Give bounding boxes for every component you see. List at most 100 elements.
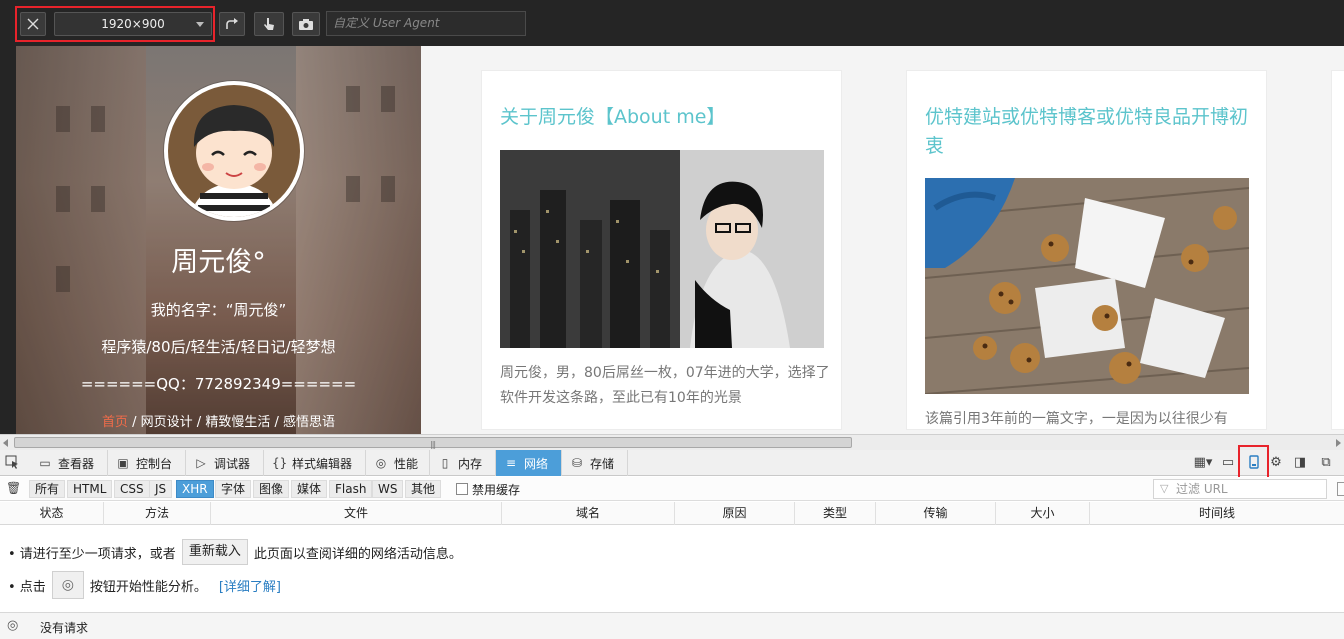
notice-text: • 点击 [8, 579, 46, 595]
rotate-icon [226, 18, 238, 29]
filter-css[interactable]: CSS [114, 480, 150, 498]
url-filter-placeholder: 过滤 URL [1176, 482, 1228, 496]
request-table-header: 状态 方法 文件 域名 原因 类型 传输 大小 时间线 [0, 502, 1344, 525]
nav-link-slow-life[interactable]: 精致慢生活 [205, 415, 270, 430]
panel-toggle-icon[interactable] [1337, 482, 1344, 496]
url-filter-input[interactable]: ▽ 过滤 URL [1153, 479, 1327, 499]
filter-images[interactable]: 图像 [253, 480, 290, 498]
gear-icon[interactable]: ⚙ [1268, 455, 1284, 471]
profile-line: 我的名字：“周元俊” [150, 301, 287, 319]
tab-memory[interactable]: ▯ 内存 [430, 450, 496, 476]
tab-debugger[interactable]: ▷ 调试器 [186, 450, 264, 476]
tab-inspector[interactable]: ▭ 查看器 [30, 450, 108, 476]
article-excerpt: 周元俊，男，80后屌丝一枚，07年进的大学，选择了软件开发这条路，至此已有10年… [500, 365, 830, 406]
reload-button[interactable]: 重新载入 [181, 539, 248, 565]
inspector-icon: ▭ [39, 456, 51, 470]
column-status[interactable]: 状态 [0, 502, 104, 525]
nav-link-home[interactable]: 首页 [102, 415, 128, 430]
size-control-highlight [15, 6, 215, 42]
filter-all[interactable]: 所有 [29, 480, 66, 498]
profile-hero: 周元俊° 我的名字：“周元俊” 程序猿/80后/轻生活/轻日记/轻梦想 ====… [16, 46, 421, 434]
filter-ws[interactable]: WS [372, 480, 404, 498]
touch-simulation-button[interactable] [254, 12, 284, 36]
column-method[interactable]: 方法 [104, 502, 211, 525]
profile-line: ======QQ：772892349====== [80, 375, 357, 393]
dock-side-icon[interactable]: ◨ [1292, 455, 1308, 471]
column-size[interactable]: 大小 [996, 502, 1090, 525]
article-image[interactable] [500, 150, 824, 348]
column-file[interactable]: 文件 [211, 502, 502, 525]
tab-label: 控制台 [136, 456, 173, 471]
screenshot-button[interactable] [292, 12, 320, 36]
notice-text: 按钮开始性能分析。 [89, 579, 207, 595]
column-cause[interactable]: 原因 [675, 502, 795, 525]
nav-separator: / [192, 415, 206, 430]
tab-performance[interactable]: ◎ 性能 [366, 450, 430, 476]
network-filter-bar: 🗑 所有 HTML CSS JS XHR 字体 图像 媒体 Flash WS 其… [0, 477, 1344, 501]
tab-label: 存储 [590, 456, 615, 471]
profile-name: 周元俊° [171, 247, 266, 278]
tab-label: 调试器 [214, 456, 251, 471]
filter-other[interactable]: 其他 [405, 480, 442, 498]
article-illustration-cookies [925, 178, 1249, 394]
avatar[interactable] [164, 81, 304, 221]
frame-select-icon[interactable]: ▦▾ [1192, 455, 1214, 471]
column-transferred[interactable]: 传输 [876, 502, 996, 525]
tab-network[interactable]: ≡ 网络 [496, 450, 562, 476]
tab-console[interactable]: ▣ 控制台 [108, 450, 186, 476]
tab-storage[interactable]: ⛁ 存储 [562, 450, 628, 476]
article-image[interactable] [925, 178, 1249, 394]
horizontal-scrollbar[interactable]: ||| [0, 434, 1344, 450]
article-card-partial [1331, 70, 1344, 430]
disable-cache-label: 禁用缓存 [472, 483, 521, 497]
filter-html[interactable]: HTML [67, 480, 113, 498]
pick-element-icon[interactable] [4, 455, 20, 471]
filter-media[interactable]: 媒体 [291, 480, 328, 498]
article-card: 关于周元俊【About me】 周元俊，男，80后屌丝一枚，07年进的大学，选择… [481, 70, 842, 430]
column-type[interactable]: 类型 [795, 502, 876, 525]
request-summary: 没有请求 [40, 621, 89, 635]
camera-icon [299, 18, 313, 30]
tab-label: 样式编辑器 [292, 456, 353, 471]
nav-link-web-design[interactable]: 网页设计 [141, 415, 193, 430]
performance-icon: ◎ [375, 456, 387, 470]
start-performance-button[interactable]: ◎ [51, 571, 84, 599]
disable-cache-checkbox[interactable] [456, 483, 468, 495]
trash-icon[interactable]: 🗑 [6, 481, 21, 496]
debugger-icon: ▷ [196, 456, 206, 470]
stopwatch-icon: ◎ [61, 577, 74, 593]
notice-reload-line: • 请进行至少一项请求，或者 重新载入 此页面以查阅详细的网络活动信息。 [8, 539, 462, 565]
filter-xhr[interactable]: XHR [176, 480, 214, 498]
tab-style-editor[interactable]: {} 样式编辑器 [264, 450, 366, 476]
nav-link-thoughts[interactable]: 感悟思语 [283, 415, 335, 430]
article-title[interactable]: 关于周元俊【About me】 [500, 103, 830, 132]
filter-js[interactable]: JS [149, 480, 173, 498]
scroll-left-arrow-icon[interactable] [3, 439, 8, 447]
devtools-tab-bar: ▭ 查看器 ▣ 控制台 ▷ 调试器 {} 样式编辑器 ◎ 性能 ▯ 内存 ≡ 网络 ⛁ 存储 ▦… [0, 450, 1344, 476]
separate-window-icon[interactable]: ⧉ [1318, 455, 1334, 471]
responsive-design-toolbar: 1920×900 自定义 User Agent [0, 0, 1344, 46]
split-console-icon[interactable]: ▭ [1220, 455, 1236, 471]
storage-icon: ⛁ [571, 456, 583, 470]
scrollbar-thumb[interactable]: ||| [14, 437, 852, 449]
notice-perf-line: • 点击 ◎ 按钮开始性能分析。 [详细了解] [8, 571, 281, 599]
nav-separator: / [128, 415, 141, 430]
stopwatch-icon[interactable]: ◎ [7, 618, 18, 633]
article-excerpt: 该篇引用3年前的一篇文字，一是因为以往很少有 [925, 411, 1228, 427]
rotate-viewport-button[interactable] [219, 12, 245, 36]
scroll-right-arrow-icon[interactable] [1336, 439, 1341, 447]
tab-label: 网络 [524, 456, 549, 471]
article-title[interactable]: 优特建站或优特博客或优特良品开博初衷 [925, 103, 1255, 161]
console-icon: ▣ [117, 456, 129, 470]
filter-flash[interactable]: Flash [329, 480, 373, 498]
column-domain[interactable]: 域名 [502, 502, 675, 525]
learn-more-link[interactable]: [详细了解] [219, 576, 281, 595]
user-agent-input[interactable]: 自定义 User Agent [326, 11, 526, 36]
scrollbar-grip-icon: ||| [430, 440, 436, 449]
nav-separator: / [270, 415, 283, 430]
article-illustration-city-night [500, 150, 824, 348]
filter-fonts[interactable]: 字体 [215, 480, 252, 498]
column-timeline[interactable]: 时间线 [1090, 502, 1344, 525]
notice-text: • 请进行至少一项请求，或者 [8, 546, 176, 562]
network-status-bar: ◎ 没有请求 [0, 612, 1344, 639]
